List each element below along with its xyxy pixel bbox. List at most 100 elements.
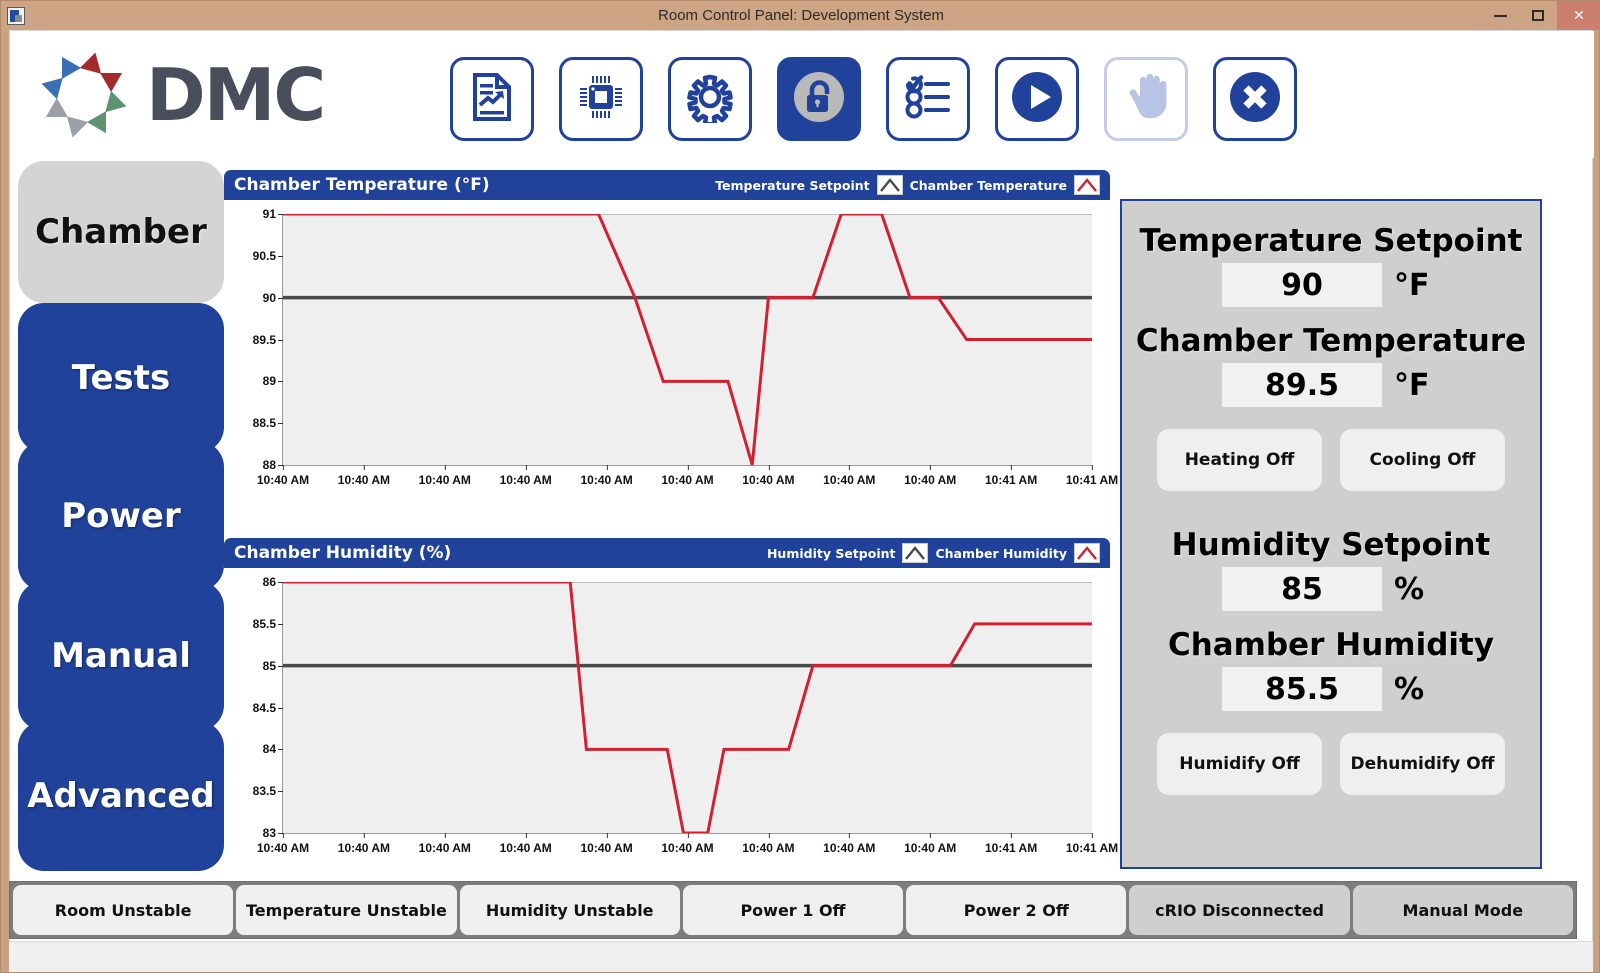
checklist-icon <box>902 71 954 128</box>
window-controls: ✕ <box>1481 1 1600 30</box>
humidity-chart-body: 83 83.5 84 84.5 85 85.5 86 10:40 AM 10:40 AM 10:4… <box>224 568 1118 870</box>
legend-swatch-setpoint <box>876 175 903 195</box>
x-axis-tick-label: 10:40 AM <box>904 465 956 487</box>
close-circle-icon <box>1226 68 1284 131</box>
run-button[interactable] <box>995 57 1079 141</box>
y-axis-tick-label: 89 <box>263 374 284 388</box>
sidebar-item-label: Chamber <box>35 212 207 252</box>
temperature-chart: Chamber Temperature (°F) Temperature Set… <box>224 170 1118 527</box>
window-title: Room Control Panel: Development System <box>658 7 944 24</box>
brand-logo: DMC <box>38 49 326 141</box>
chip-icon <box>575 71 627 128</box>
temperature-chart-title: Chamber Temperature (°F) <box>234 175 490 195</box>
temperature-chart-header: Chamber Temperature (°F) Temperature Set… <box>224 170 1110 200</box>
cooling-off-button[interactable]: Cooling Off <box>1340 429 1505 491</box>
y-axis-tick-label: 89.5 <box>253 333 284 347</box>
temperature-plot-area[interactable]: 88 88.5 89 89.5 90 90.5 91 10:40 AM 10:40 AM 10:4… <box>253 207 1118 487</box>
status-item-humidity-unstable[interactable]: Humidity Unstable <box>459 885 680 935</box>
footer-bar <box>9 941 1593 972</box>
reading-value-row: 85.5% <box>1132 667 1530 711</box>
status-item-room-unstable[interactable]: Room Unstable <box>13 885 234 935</box>
humidity-chart-header: Chamber Humidity (%) Humidity Setpoint C… <box>224 538 1110 568</box>
control-panel: Temperature Setpoint 90 °F Chamber Temperat… <box>1120 199 1542 869</box>
legend-label-measured: Chamber Humidity <box>935 545 1067 561</box>
setpoint-input[interactable]: 85 <box>1222 567 1382 611</box>
control-button-row: Heating Off Cooling Off <box>1132 429 1530 491</box>
control-button-row: Humidify Off Dehumidify Off <box>1132 733 1530 795</box>
toolbar-buttons <box>450 57 1297 141</box>
x-axis-tick-label: 10:41 AM <box>1066 465 1118 487</box>
reading-value: 85.5 <box>1222 667 1382 711</box>
x-axis-tick-label: 10:41 AM <box>985 833 1037 855</box>
series-chamber-humidity <box>283 582 1092 833</box>
control-group-humidity: Humidity Setpoint 85% Chamber Humidity 85.5… <box>1122 491 1540 795</box>
legend-swatch-setpoint <box>902 543 929 563</box>
status-item-power-2-off[interactable]: Power 2 Off <box>906 885 1127 935</box>
setpoint-unit: % <box>1394 571 1425 607</box>
reading-unit: °F <box>1394 367 1430 403</box>
series-chamber-temperature <box>283 214 1092 465</box>
reading-label: Chamber Humidity <box>1167 627 1495 663</box>
status-item-manual-mode[interactable]: Manual Mode <box>1352 885 1573 935</box>
legend-swatch-measured <box>1074 543 1100 563</box>
hold-button[interactable] <box>1104 57 1188 141</box>
x-axis-tick-label: 10:40 AM <box>823 833 875 855</box>
play-icon <box>1008 68 1066 131</box>
setpoint-label: Humidity Setpoint <box>1171 527 1491 563</box>
settings-button[interactable] <box>668 57 752 141</box>
legend-label-measured: Chamber Temperature <box>909 177 1067 193</box>
sidebar-item-label: Manual <box>51 636 191 676</box>
setpoint-input[interactable]: 90 <box>1222 263 1382 307</box>
sidebar-item-label: Advanced <box>27 776 215 816</box>
heating-off-button[interactable]: Heating Off <box>1157 429 1322 491</box>
reading-unit: % <box>1394 671 1425 707</box>
stop-button[interactable] <box>1213 57 1297 141</box>
application-window: Room Control Panel: Development System ✕ <box>0 0 1600 973</box>
humidity-chart: Chamber Humidity (%) Humidity Setpoint C… <box>224 538 1118 870</box>
x-axis-tick-label: 10:40 AM <box>500 833 552 855</box>
dehumidify-off-button[interactable]: Dehumidify Off <box>1340 733 1505 795</box>
sidebar-item-power[interactable]: Power <box>18 441 224 591</box>
lock-button[interactable] <box>777 57 861 141</box>
reading-label: Chamber Temperature <box>1135 323 1527 359</box>
plot-traces <box>283 582 1092 833</box>
x-axis-tick-label: 10:40 AM <box>500 465 552 487</box>
humidify-off-button[interactable]: Humidify Off <box>1157 733 1322 795</box>
y-axis-tick-label: 85.5 <box>253 617 284 631</box>
x-axis-tick-label: 10:40 AM <box>823 465 875 487</box>
humidity-chart-title: Chamber Humidity (%) <box>234 543 452 563</box>
gear-icon <box>684 71 736 128</box>
close-button[interactable]: ✕ <box>1557 1 1600 30</box>
temperature-chart-legend: Temperature Setpoint Chamber Temperature <box>715 175 1100 195</box>
hardware-button[interactable] <box>559 57 643 141</box>
toolbar: DMC <box>10 31 1594 158</box>
y-axis-tick-label: 84.5 <box>253 701 284 715</box>
setpoint-value-row: 85% <box>1132 567 1530 611</box>
legend-label-setpoint: Humidity Setpoint <box>766 545 896 561</box>
x-axis-tick-label: 10:40 AM <box>580 833 633 855</box>
setpoint-label: Temperature Setpoint <box>1139 223 1523 259</box>
sidebar-item-chamber[interactable]: Chamber <box>18 161 224 303</box>
temperature-chart-body: 88 88.5 89 89.5 90 90.5 91 10:40 AM 10:40 AM 10:4… <box>224 200 1118 527</box>
y-axis-tick-label: 88.5 <box>253 416 284 430</box>
x-axis-tick-label: 10:40 AM <box>661 465 714 487</box>
setpoint-value-row: 90 °F <box>1132 263 1530 307</box>
sidebar-item-manual[interactable]: Manual <box>18 581 224 731</box>
y-axis-tick-label: 86 <box>263 575 284 589</box>
y-axis-tick-label: 90.5 <box>253 249 284 263</box>
status-item-power-1-off[interactable]: Power 1 Off <box>682 885 904 935</box>
report-button[interactable] <box>450 57 534 141</box>
sidebar-item-advanced[interactable]: Advanced <box>18 721 224 871</box>
minimize-button[interactable] <box>1481 1 1519 30</box>
x-axis-tick-label: 10:40 AM <box>338 833 390 855</box>
sidebar-item-tests[interactable]: Tests <box>18 303 224 453</box>
control-group-temperature: Temperature Setpoint 90 °F Chamber Temperat… <box>1122 201 1540 491</box>
checklist-button[interactable] <box>886 57 970 141</box>
humidity-chart-legend: Humidity Setpoint Chamber Humidity <box>767 543 1100 563</box>
status-item-temperature-unstable[interactable]: Temperature Unstable <box>236 885 457 935</box>
maximize-button[interactable] <box>1519 1 1557 30</box>
status-item-crio-disconnected[interactable]: cRIO Disconnected <box>1129 885 1350 935</box>
humidity-plot-area[interactable]: 83 83.5 84 84.5 85 85.5 86 10:40 AM 10:40 AM 10:4… <box>253 575 1118 855</box>
plot-traces <box>283 214 1092 465</box>
document-chart-icon <box>466 71 518 128</box>
